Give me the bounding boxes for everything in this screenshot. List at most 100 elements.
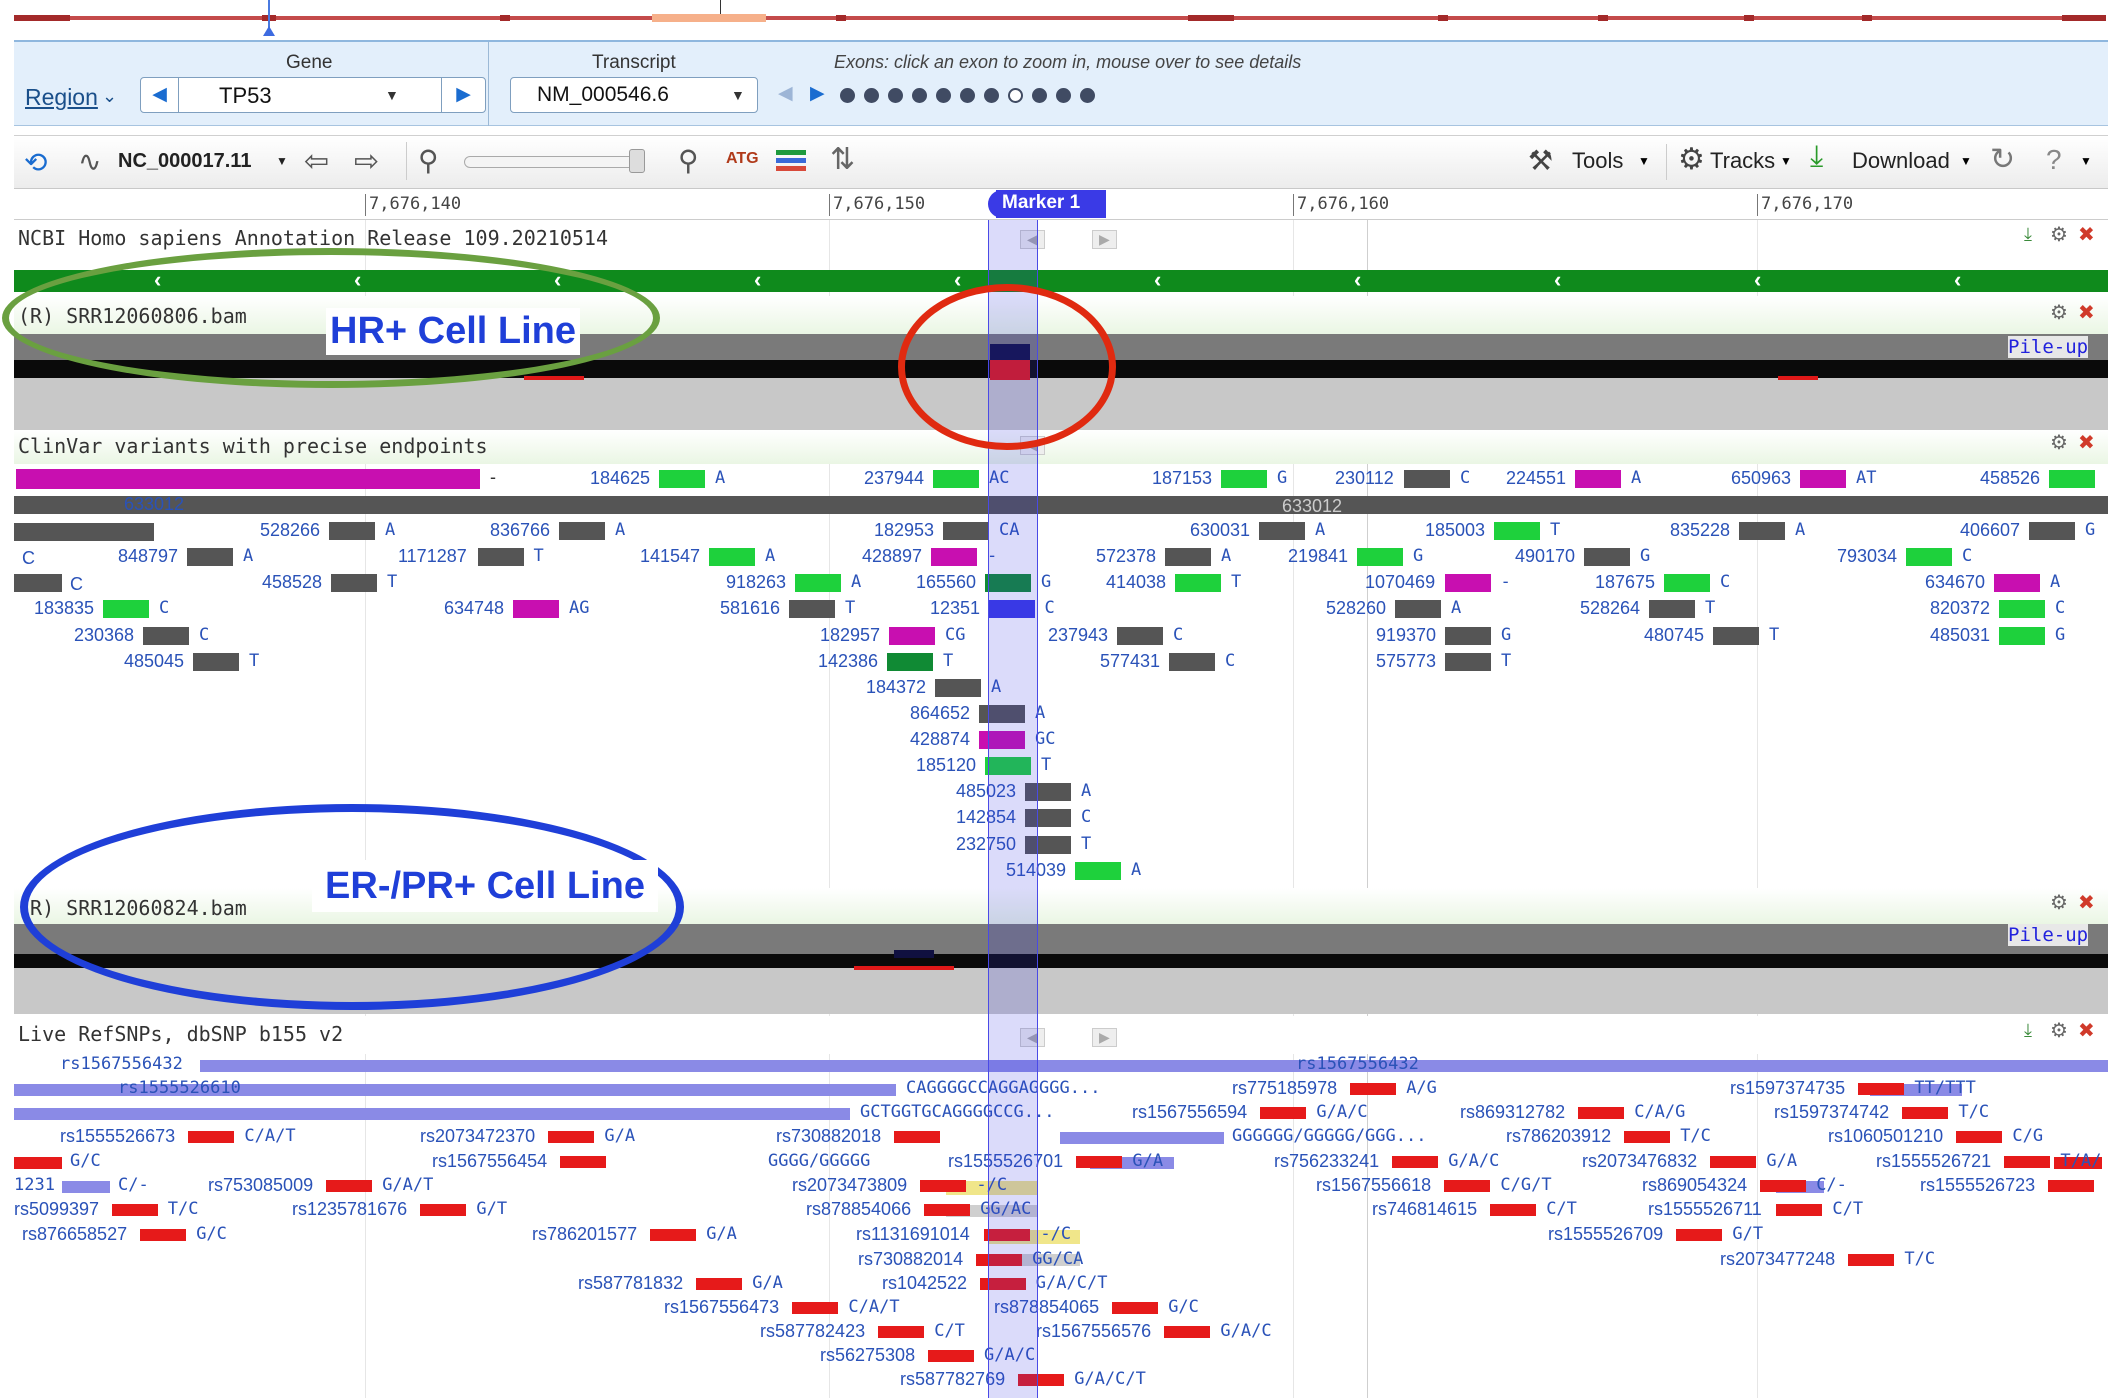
- region-menu[interactable]: Region: [25, 84, 98, 111]
- clinvar-variant-id[interactable]: 581616: [720, 598, 780, 619]
- clinvar-variant-id[interactable]: 185120: [916, 755, 976, 776]
- clinvar-variant-id[interactable]: 141547: [640, 546, 700, 567]
- clinvar-variant-box[interactable]: [1494, 522, 1540, 540]
- chevron-down-icon[interactable]: ▼: [1780, 154, 1792, 168]
- dbsnp-variant-id[interactable]: rs1060501210: [1828, 1126, 1943, 1147]
- clinvar-variant-id[interactable]: 1171287: [398, 546, 467, 567]
- transcript-selector[interactable]: NM_000546.6 ▼: [510, 77, 758, 113]
- clinvar-variant-id[interactable]: 835228: [1670, 520, 1730, 541]
- dbsnp-variant-id[interactable]: rs775185978: [1232, 1078, 1337, 1099]
- dbsnp-variant-box[interactable]: [420, 1204, 467, 1216]
- download-icon[interactable]: ⤓: [2024, 224, 2032, 245]
- clinvar-variant-id[interactable]: 182953: [874, 520, 934, 541]
- clinvar-variant-box[interactable]: [943, 522, 989, 540]
- download-menu[interactable]: Download: [1852, 148, 1950, 174]
- dbsnp-variant-box[interactable]: [1444, 1180, 1491, 1192]
- gear-icon[interactable]: ⚙: [1678, 142, 1705, 177]
- dbsnp-variant-box[interactable]: [920, 1180, 967, 1192]
- dbsnp-variant-id[interactable]: rs869312782: [1460, 1102, 1565, 1123]
- dbsnp-variant-box[interactable]: [1260, 1107, 1307, 1119]
- clinvar-variant-box[interactable]: [1444, 574, 1491, 592]
- tools-menu[interactable]: Tools: [1572, 148, 1623, 174]
- clinvar-variant-box[interactable]: [1445, 653, 1491, 671]
- dbsnp-variant-id[interactable]: rs5099397: [14, 1199, 99, 1220]
- clinvar-variant-box[interactable]: [513, 600, 559, 618]
- zoom-in-icon[interactable]: ⚲: [678, 144, 699, 177]
- dbsnp-variant-id[interactable]: rs1567556618: [1316, 1175, 1431, 1196]
- clinvar-variant-id[interactable]: 820372: [1930, 598, 1990, 619]
- dbsnp-long-variant[interactable]: [14, 1108, 850, 1120]
- dbsnp-variant-id[interactable]: rs869054324: [1642, 1175, 1747, 1196]
- dbsnp-variant-box[interactable]: [1956, 1131, 2003, 1143]
- zoom-slider-handle[interactable]: [629, 149, 645, 173]
- dbsnp-variant-id[interactable]: rs1567556576: [1036, 1321, 1151, 1342]
- clinvar-variant-box[interactable]: [331, 574, 377, 592]
- dbsnp-long-variant[interactable]: [200, 1060, 2108, 1072]
- clinvar-variant-box[interactable]: [1221, 470, 1267, 488]
- clinvar-variant-id[interactable]: 182957: [820, 625, 880, 646]
- dropdown-arrow-icon[interactable]: ▼: [731, 87, 745, 103]
- dbsnp-variant-box[interactable]: [696, 1278, 743, 1290]
- dbsnp-variant-box[interactable]: [1164, 1326, 1211, 1338]
- next-exon-button[interactable]: ▶: [810, 82, 825, 105]
- clinvar-variant-id[interactable]: 634670: [1925, 572, 1985, 593]
- dbsnp-variant-id[interactable]: rs756233241: [1274, 1151, 1379, 1172]
- dbsnp-variant-box[interactable]: [1624, 1131, 1671, 1143]
- clinvar-variant-id[interactable]: 406607: [1960, 520, 2020, 541]
- exon-dot[interactable]: [1032, 88, 1047, 103]
- previous-gene-button[interactable]: ◀: [141, 78, 179, 112]
- clinvar-variant-box[interactable]: [1117, 627, 1163, 645]
- dropdown-arrow-icon[interactable]: ▼: [385, 87, 399, 103]
- clinvar-variant-id[interactable]: 458528: [262, 572, 322, 593]
- clinvar-variant-id[interactable]: 185003: [1425, 520, 1485, 541]
- clinvar-span-variant[interactable]: [14, 523, 154, 541]
- marker-label[interactable]: Marker 1: [996, 190, 1106, 218]
- dbsnp-variant-id[interactable]: rs753085009: [208, 1175, 313, 1196]
- dbsnp-variant-id[interactable]: rs2073476832: [1582, 1151, 1697, 1172]
- dbsnp-variant-id[interactable]: rs786201577: [532, 1224, 637, 1245]
- clinvar-variant-id[interactable]: 490170: [1515, 546, 1575, 567]
- refresh-icon[interactable]: ↻: [1990, 142, 2015, 177]
- dbsnp-variant-id[interactable]: rs56275308: [820, 1345, 915, 1366]
- dbsnp-variant-id[interactable]: rs2073472370: [420, 1126, 535, 1147]
- clinvar-variant-id[interactable]: 575773: [1376, 651, 1436, 672]
- clinvar-variant-id[interactable]: 634748: [444, 598, 504, 619]
- clinvar-variant-id[interactable]: 219841: [1288, 546, 1348, 567]
- clinvar-variant-box[interactable]: [1994, 574, 2040, 592]
- pan-right-icon[interactable]: ⇨: [354, 144, 379, 179]
- clinvar-variant-id[interactable]: 918263: [726, 572, 786, 593]
- exon-dot[interactable]: [1080, 88, 1095, 103]
- tools-icon[interactable]: ⚒: [1528, 144, 1553, 177]
- dbsnp-variant-box[interactable]: [1392, 1156, 1439, 1168]
- clinvar-variant-id[interactable]: 650963: [1731, 468, 1791, 489]
- chevron-down-icon[interactable]: ⌄: [102, 86, 117, 107]
- dbsnp-variant-id[interactable]: rs1597374742: [1774, 1102, 1889, 1123]
- exon-dot[interactable]: [864, 88, 879, 103]
- dbsnp-variant-id[interactable]: rs2073477248: [1720, 1249, 1835, 1270]
- clinvar-variant-id[interactable]: 237944: [864, 468, 924, 489]
- gear-icon[interactable]: ⚙: [2050, 430, 2068, 455]
- zoom-out-icon[interactable]: ⚲: [418, 144, 439, 177]
- exon-dot[interactable]: [984, 88, 999, 103]
- clinvar-variant-id[interactable]: 485045: [124, 651, 184, 672]
- close-icon[interactable]: ✖: [2078, 222, 2095, 247]
- download-icon[interactable]: ⤓: [2024, 1020, 2032, 1041]
- gear-icon[interactable]: ⚙: [2050, 1018, 2068, 1043]
- gear-icon[interactable]: ⚙: [2050, 300, 2068, 325]
- clinvar-variant-id[interactable]: 165560: [916, 572, 976, 593]
- dbsnp-variant-id[interactable]: rs587781832: [578, 1273, 683, 1294]
- dbsnp-variant-box[interactable]: [111, 1204, 158, 1216]
- dbsnp-variant-id[interactable]: rs1567556473: [664, 1297, 779, 1318]
- bam1-pileup-link[interactable]: Pile-up: [2008, 336, 2089, 358]
- dbsnp-variant-id[interactable]: rs2073473809: [792, 1175, 907, 1196]
- clinvar-variant-id[interactable]: 183835: [34, 598, 94, 619]
- dbsnp-variant-box[interactable]: [1578, 1107, 1625, 1119]
- clinvar-variant-box[interactable]: [889, 627, 935, 645]
- chevron-down-icon[interactable]: ▼: [276, 154, 288, 168]
- dbsnp-variant-box[interactable]: [1858, 1083, 1905, 1095]
- gear-icon[interactable]: ⚙: [2050, 890, 2068, 915]
- clinvar-variant-box[interactable]: [887, 653, 933, 671]
- dbsnp-variant-id[interactable]: rs1555526721: [1876, 1151, 1991, 1172]
- clinvar-variant-box[interactable]: [795, 574, 841, 592]
- clinvar-variant-id[interactable]: 230368: [74, 625, 134, 646]
